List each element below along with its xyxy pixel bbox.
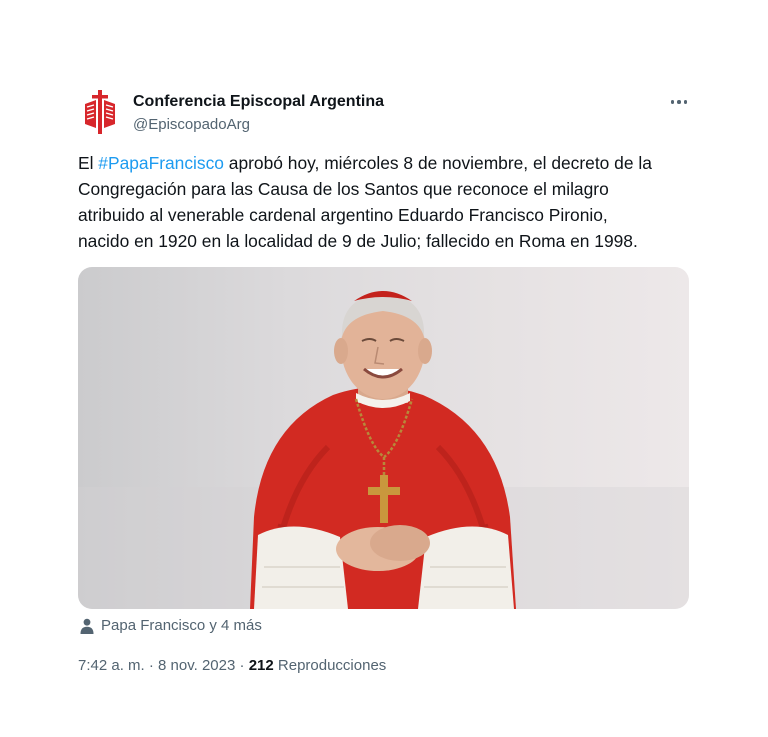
meta-separator: · xyxy=(235,657,249,674)
tweet-meta: 7:42 a. m. · 8 nov. 2023 · 212 Reproducc… xyxy=(78,657,386,674)
tagged-people-text: Papa Francisco y 4 más xyxy=(101,617,262,634)
tweet-media-image[interactable] xyxy=(78,267,689,609)
tweet-time[interactable]: 7:42 a. m. xyxy=(78,657,145,674)
tweet-text-line-3: atribuido al venerable cardenal argentin… xyxy=(78,205,608,225)
tweet-text-segment: El xyxy=(78,153,99,173)
hashtag-link[interactable]: #PapaFrancisco xyxy=(98,153,224,173)
more-options-button[interactable] xyxy=(664,90,694,114)
tweet-text-line-2: Congregación para las Causa de los Santo… xyxy=(78,179,609,199)
cardinal-portrait-photo xyxy=(78,291,689,609)
views-label: Reproducciones xyxy=(277,657,387,674)
tweet-text-line-4: nacido en 1920 en la localidad de 9 de J… xyxy=(78,231,638,251)
person-icon xyxy=(80,618,94,634)
tweet-card: Conferencia Episcopal Argentina @Episcop… xyxy=(0,0,768,737)
tweet-text-segment: aprobó hoy, miércoles 8 de noviembre, el… xyxy=(223,153,652,173)
tagged-people-link[interactable]: Papa Francisco y 4 más xyxy=(80,617,262,634)
views-count: 212 xyxy=(248,657,274,674)
episcopado-logo-icon xyxy=(85,90,115,134)
tweet-text: El #PapaFrancisco aprobó hoy, miércoles … xyxy=(78,150,698,254)
more-horizontal-icon xyxy=(670,100,688,104)
avatar[interactable] xyxy=(82,90,118,134)
author-name[interactable]: Conferencia Episcopal Argentina xyxy=(133,93,384,111)
meta-separator: · xyxy=(144,657,159,674)
author-handle[interactable]: @EpiscopadoArg xyxy=(133,116,250,133)
tweet-date[interactable]: 8 nov. 2023 xyxy=(158,657,235,674)
tweet-text-line-1: El #PapaFrancisco aprobó hoy, miércoles … xyxy=(78,150,698,176)
